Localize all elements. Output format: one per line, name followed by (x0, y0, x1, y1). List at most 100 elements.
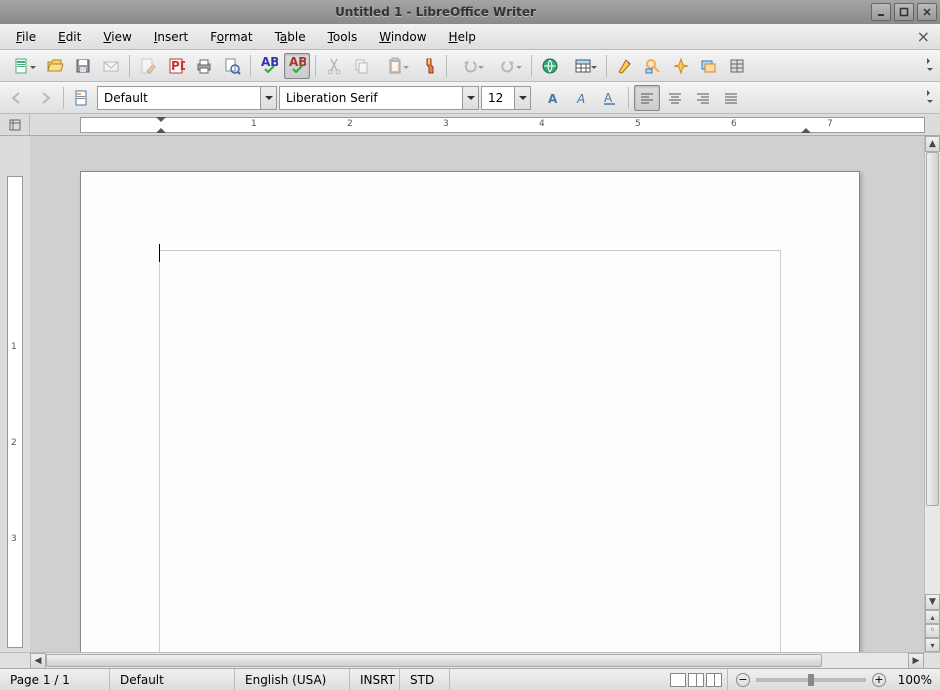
dropdown-arrow-icon (462, 87, 478, 109)
status-page[interactable]: Page 1 / 1 (0, 669, 110, 690)
menu-view[interactable]: View (93, 27, 141, 47)
ruler-label: 2 (347, 119, 353, 129)
view-layout-buttons (665, 669, 728, 690)
font-size-combo[interactable]: 12 (481, 86, 531, 110)
single-page-view-button[interactable] (670, 673, 686, 687)
save-button[interactable] (70, 53, 96, 79)
menu-insert[interactable]: Insert (144, 27, 198, 47)
menu-file[interactable]: File (6, 27, 46, 47)
gallery-button[interactable] (696, 53, 722, 79)
underline-button[interactable]: A (597, 85, 623, 111)
align-right-button[interactable] (690, 85, 716, 111)
paragraph-style-combo[interactable]: Default (97, 86, 277, 110)
status-selection-mode[interactable]: STD (400, 669, 450, 690)
cut-button[interactable] (321, 53, 347, 79)
navigation-select-button[interactable]: ◦ (925, 624, 940, 638)
styles-formatting-button[interactable] (69, 85, 95, 111)
scroll-left-button[interactable]: ◀ (30, 653, 46, 669)
zoom-slider-track[interactable] (756, 678, 866, 682)
svg-text:PDF: PDF (171, 59, 185, 73)
align-left-button[interactable] (634, 85, 660, 111)
nav-forward-button[interactable] (32, 85, 58, 111)
book-view-button[interactable] (706, 673, 722, 687)
zoom-control: − + 100% (728, 673, 940, 687)
status-language[interactable]: English (USA) (235, 669, 350, 690)
scroll-track[interactable] (925, 152, 940, 594)
status-insert-mode[interactable]: INSRT (350, 669, 400, 690)
ruler-label: 7 (827, 119, 833, 129)
close-document-button[interactable]: × (913, 27, 934, 46)
scroll-thumb[interactable] (46, 654, 822, 667)
menu-edit[interactable]: Edit (48, 27, 91, 47)
menu-help[interactable]: Help (439, 27, 486, 47)
print-preview-button[interactable] (219, 53, 245, 79)
scroll-right-button[interactable]: ▶ (908, 653, 924, 669)
next-page-button[interactable]: ▾ (925, 638, 940, 652)
align-justify-button[interactable] (718, 85, 744, 111)
insert-table-button[interactable] (565, 53, 601, 79)
find-replace-button[interactable] (640, 53, 666, 79)
new-document-button[interactable] (4, 53, 40, 79)
italic-button[interactable]: A (569, 85, 595, 111)
ruler-label: 3 (443, 119, 449, 129)
align-center-button[interactable] (662, 85, 688, 111)
maximize-button[interactable] (894, 3, 914, 21)
vertical-ruler[interactable]: 1 2 3 (7, 176, 23, 648)
ruler-label: 3 (11, 534, 17, 544)
page[interactable] (80, 171, 860, 652)
nav-back-button[interactable] (4, 85, 30, 111)
ruler-label: 6 (731, 119, 737, 129)
previous-page-button[interactable]: ▴ (925, 610, 940, 624)
edit-file-button[interactable] (135, 53, 161, 79)
status-style[interactable]: Default (110, 669, 235, 690)
menu-table[interactable]: Table (265, 27, 316, 47)
standard-toolbar: PDF ABC ABC (0, 50, 940, 82)
ruler-label: 2 (11, 438, 17, 448)
print-button[interactable] (191, 53, 217, 79)
undo-button[interactable] (452, 53, 488, 79)
scroll-thumb[interactable] (926, 152, 939, 506)
format-paintbrush-button[interactable] (415, 53, 441, 79)
multi-page-view-button[interactable] (688, 673, 704, 687)
menu-format[interactable]: Format (200, 27, 262, 47)
export-pdf-button[interactable]: PDF (163, 53, 189, 79)
paste-button[interactable] (377, 53, 413, 79)
horizontal-scrollbar[interactable]: ◀ ▶ (0, 652, 940, 668)
left-indent-marker[interactable] (156, 123, 166, 133)
open-button[interactable] (42, 53, 68, 79)
bold-button[interactable]: A (541, 85, 567, 111)
spellcheck-button[interactable]: ABC (256, 53, 282, 79)
scroll-track[interactable] (46, 653, 908, 668)
svg-text:ABC: ABC (261, 57, 278, 69)
data-sources-button[interactable] (724, 53, 750, 79)
redo-button[interactable] (490, 53, 526, 79)
menu-window[interactable]: Window (369, 27, 436, 47)
zoom-slider-thumb[interactable] (808, 674, 814, 686)
paragraph-style-value: Default (104, 91, 148, 105)
menu-tools[interactable]: Tools (318, 27, 368, 47)
svg-text:A: A (604, 91, 613, 105)
close-button[interactable] (917, 3, 937, 21)
window-title: Untitled 1 - LibreOffice Writer (0, 5, 871, 19)
scroll-up-button[interactable]: ▲ (925, 136, 940, 152)
zoom-percent[interactable]: 100% (892, 673, 932, 687)
titlebar: Untitled 1 - LibreOffice Writer (0, 0, 940, 24)
right-indent-marker[interactable] (801, 123, 811, 133)
toolbar-overflow-button[interactable] (924, 90, 936, 106)
horizontal-ruler[interactable]: 1 2 3 4 5 6 7 (80, 117, 925, 133)
document-canvas[interactable] (30, 136, 924, 652)
copy-button[interactable] (349, 53, 375, 79)
zoom-out-button[interactable]: − (736, 673, 750, 687)
separator (315, 55, 316, 77)
navigator-button[interactable] (668, 53, 694, 79)
autospellcheck-button[interactable]: ABC (284, 53, 310, 79)
show-draw-functions-button[interactable] (612, 53, 638, 79)
vertical-scrollbar[interactable]: ▲ ▼ ▴ ◦ ▾ (924, 136, 940, 652)
toolbar-overflow-button[interactable] (924, 58, 936, 74)
zoom-in-button[interactable]: + (872, 673, 886, 687)
font-name-combo[interactable]: Liberation Serif (279, 86, 479, 110)
minimize-button[interactable] (871, 3, 891, 21)
scroll-down-button[interactable]: ▼ (925, 594, 940, 610)
email-button[interactable] (98, 53, 124, 79)
hyperlink-button[interactable] (537, 53, 563, 79)
